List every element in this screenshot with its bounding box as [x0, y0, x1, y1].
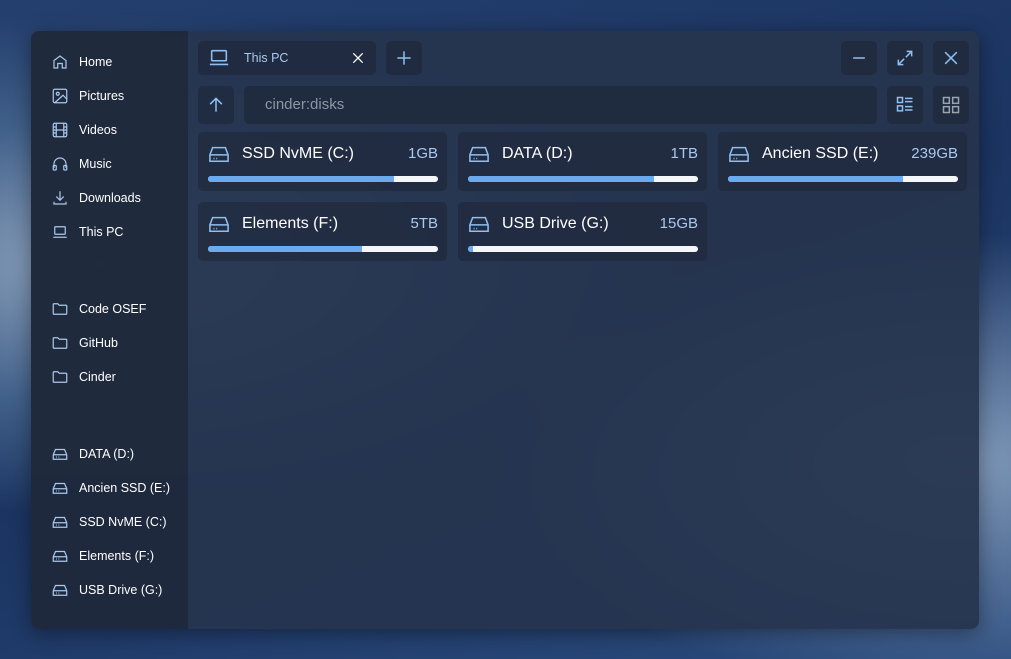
sidebar-drive-f[interactable]: Elements (F:): [51, 544, 154, 568]
folder-icon: [52, 303, 68, 315]
drive-icon: [52, 448, 68, 460]
sidebar-drive-e[interactable]: Ancien SSD (E:): [51, 476, 170, 500]
sidebar-item-label: Elements (F:): [79, 549, 155, 563]
disk-size: 5TB: [410, 215, 438, 232]
sidebar-item-this-pc[interactable]: This PC: [51, 220, 123, 244]
laptop-icon: [209, 49, 229, 66]
drive-icon: [209, 146, 229, 163]
sidebar-item-videos[interactable]: Videos: [51, 118, 117, 142]
main-pane: This PC cinder:disks SSD NvME (C:) 1GB D…: [188, 31, 979, 629]
tab-label: This PC: [244, 51, 289, 65]
folder-icon: [52, 371, 68, 383]
sidebar: Home Pictures Videos Music Downloads Thi…: [31, 31, 188, 629]
sidebar-item-label: Code OSEF: [79, 302, 147, 316]
minimize-button[interactable]: [841, 41, 877, 75]
disk-size: 1GB: [407, 145, 438, 162]
plus-icon: [397, 51, 411, 65]
disk-card[interactable]: USB Drive (G:) 15GB: [458, 202, 707, 261]
drive-icon: [52, 550, 68, 562]
disk-usage-bar: [468, 246, 698, 252]
sidebar-item-code-osef[interactable]: Code OSEF: [51, 297, 146, 321]
tab-this-pc[interactable]: This PC: [198, 41, 376, 75]
address-bar[interactable]: cinder:disks: [244, 86, 877, 124]
image-icon: [52, 88, 68, 104]
sidebar-item-music[interactable]: Music: [51, 152, 112, 176]
grid-view-button[interactable]: [933, 86, 969, 124]
drive-icon: [52, 584, 68, 596]
disk-name: Ancien SSD (E:): [762, 145, 879, 162]
close-window-button[interactable]: [933, 41, 969, 75]
disk-usage-bar: [208, 176, 438, 182]
sidebar-item-label: Videos: [79, 123, 117, 137]
disk-size: 239GB: [911, 145, 958, 162]
sidebar-item-pictures[interactable]: Pictures: [51, 84, 124, 108]
disk-size: 15GB: [659, 215, 698, 232]
disk-usage-fill: [468, 176, 655, 182]
disk-card[interactable]: SSD NvME (C:) 1GB: [198, 132, 447, 191]
file-explorer-window: Home Pictures Videos Music Downloads Thi…: [31, 31, 979, 629]
drive-icon: [729, 146, 749, 163]
sidebar-item-label: Cinder: [79, 370, 116, 384]
disk-name: Elements (F:): [242, 215, 339, 232]
disk-name: SSD NvME (C:): [242, 145, 354, 162]
sidebar-item-github[interactable]: GitHub: [51, 331, 118, 355]
arrow-up-icon: [209, 97, 223, 112]
sidebar-item-label: Music: [79, 157, 112, 171]
disk-name: USB Drive (G:): [502, 215, 609, 232]
sidebar-item-label: Downloads: [79, 191, 141, 205]
sidebar-drive-c[interactable]: SSD NvME (C:): [51, 510, 167, 534]
sidebar-item-label: DATA (D:): [79, 447, 135, 461]
sidebar-item-label: USB Drive (G:): [79, 583, 163, 597]
drive-icon: [469, 146, 489, 163]
drive-icon: [52, 516, 68, 528]
sidebar-item-downloads[interactable]: Downloads: [51, 186, 141, 210]
drive-icon: [52, 482, 68, 494]
disk-usage-fill: [208, 176, 395, 182]
sidebar-item-home[interactable]: Home: [51, 50, 112, 74]
sidebar-item-label: GitHub: [79, 336, 118, 350]
sidebar-item-label: Home: [79, 55, 113, 69]
disk-card[interactable]: DATA (D:) 1TB: [458, 132, 707, 191]
new-tab-button[interactable]: [386, 41, 422, 75]
list-view-button[interactable]: [887, 86, 923, 124]
sidebar-drive-g[interactable]: USB Drive (G:): [51, 578, 162, 602]
drive-icon: [469, 216, 489, 233]
sidebar-item-label: SSD NvME (C:): [79, 515, 167, 529]
grid-view-icon: [942, 96, 960, 114]
close-icon: [944, 51, 958, 65]
disk-name: DATA (D:): [502, 145, 573, 162]
laptop-icon: [53, 226, 67, 238]
film-icon: [52, 122, 68, 138]
close-tab-icon[interactable]: [350, 50, 366, 66]
disk-usage-bar: [728, 176, 958, 182]
disk-usage-bar: [208, 246, 438, 252]
maximize-button[interactable]: [887, 41, 923, 75]
disk-size: 1TB: [670, 145, 698, 162]
disk-usage-bar: [468, 176, 698, 182]
headphones-icon: [52, 157, 68, 171]
sidebar-item-label: Ancien SSD (E:): [79, 481, 171, 495]
disk-card[interactable]: Elements (F:) 5TB: [198, 202, 447, 261]
download-icon: [53, 191, 67, 205]
disk-usage-fill: [208, 246, 363, 252]
folder-icon: [52, 337, 68, 349]
disk-usage-fill: [468, 246, 473, 252]
go-up-button[interactable]: [198, 86, 234, 124]
sidebar-item-label: This PC: [79, 225, 124, 239]
disk-usage-fill: [728, 176, 903, 182]
sidebar-item-cinder[interactable]: Cinder: [51, 365, 116, 389]
home-icon: [53, 55, 67, 69]
disk-card[interactable]: Ancien SSD (E:) 239GB: [718, 132, 967, 191]
sidebar-item-label: Pictures: [79, 89, 125, 103]
minimize-icon: [853, 57, 865, 59]
sidebar-drive-d[interactable]: DATA (D:): [51, 442, 134, 466]
list-view-icon: [896, 96, 913, 112]
expand-icon: [897, 50, 913, 66]
drive-icon: [209, 216, 229, 233]
